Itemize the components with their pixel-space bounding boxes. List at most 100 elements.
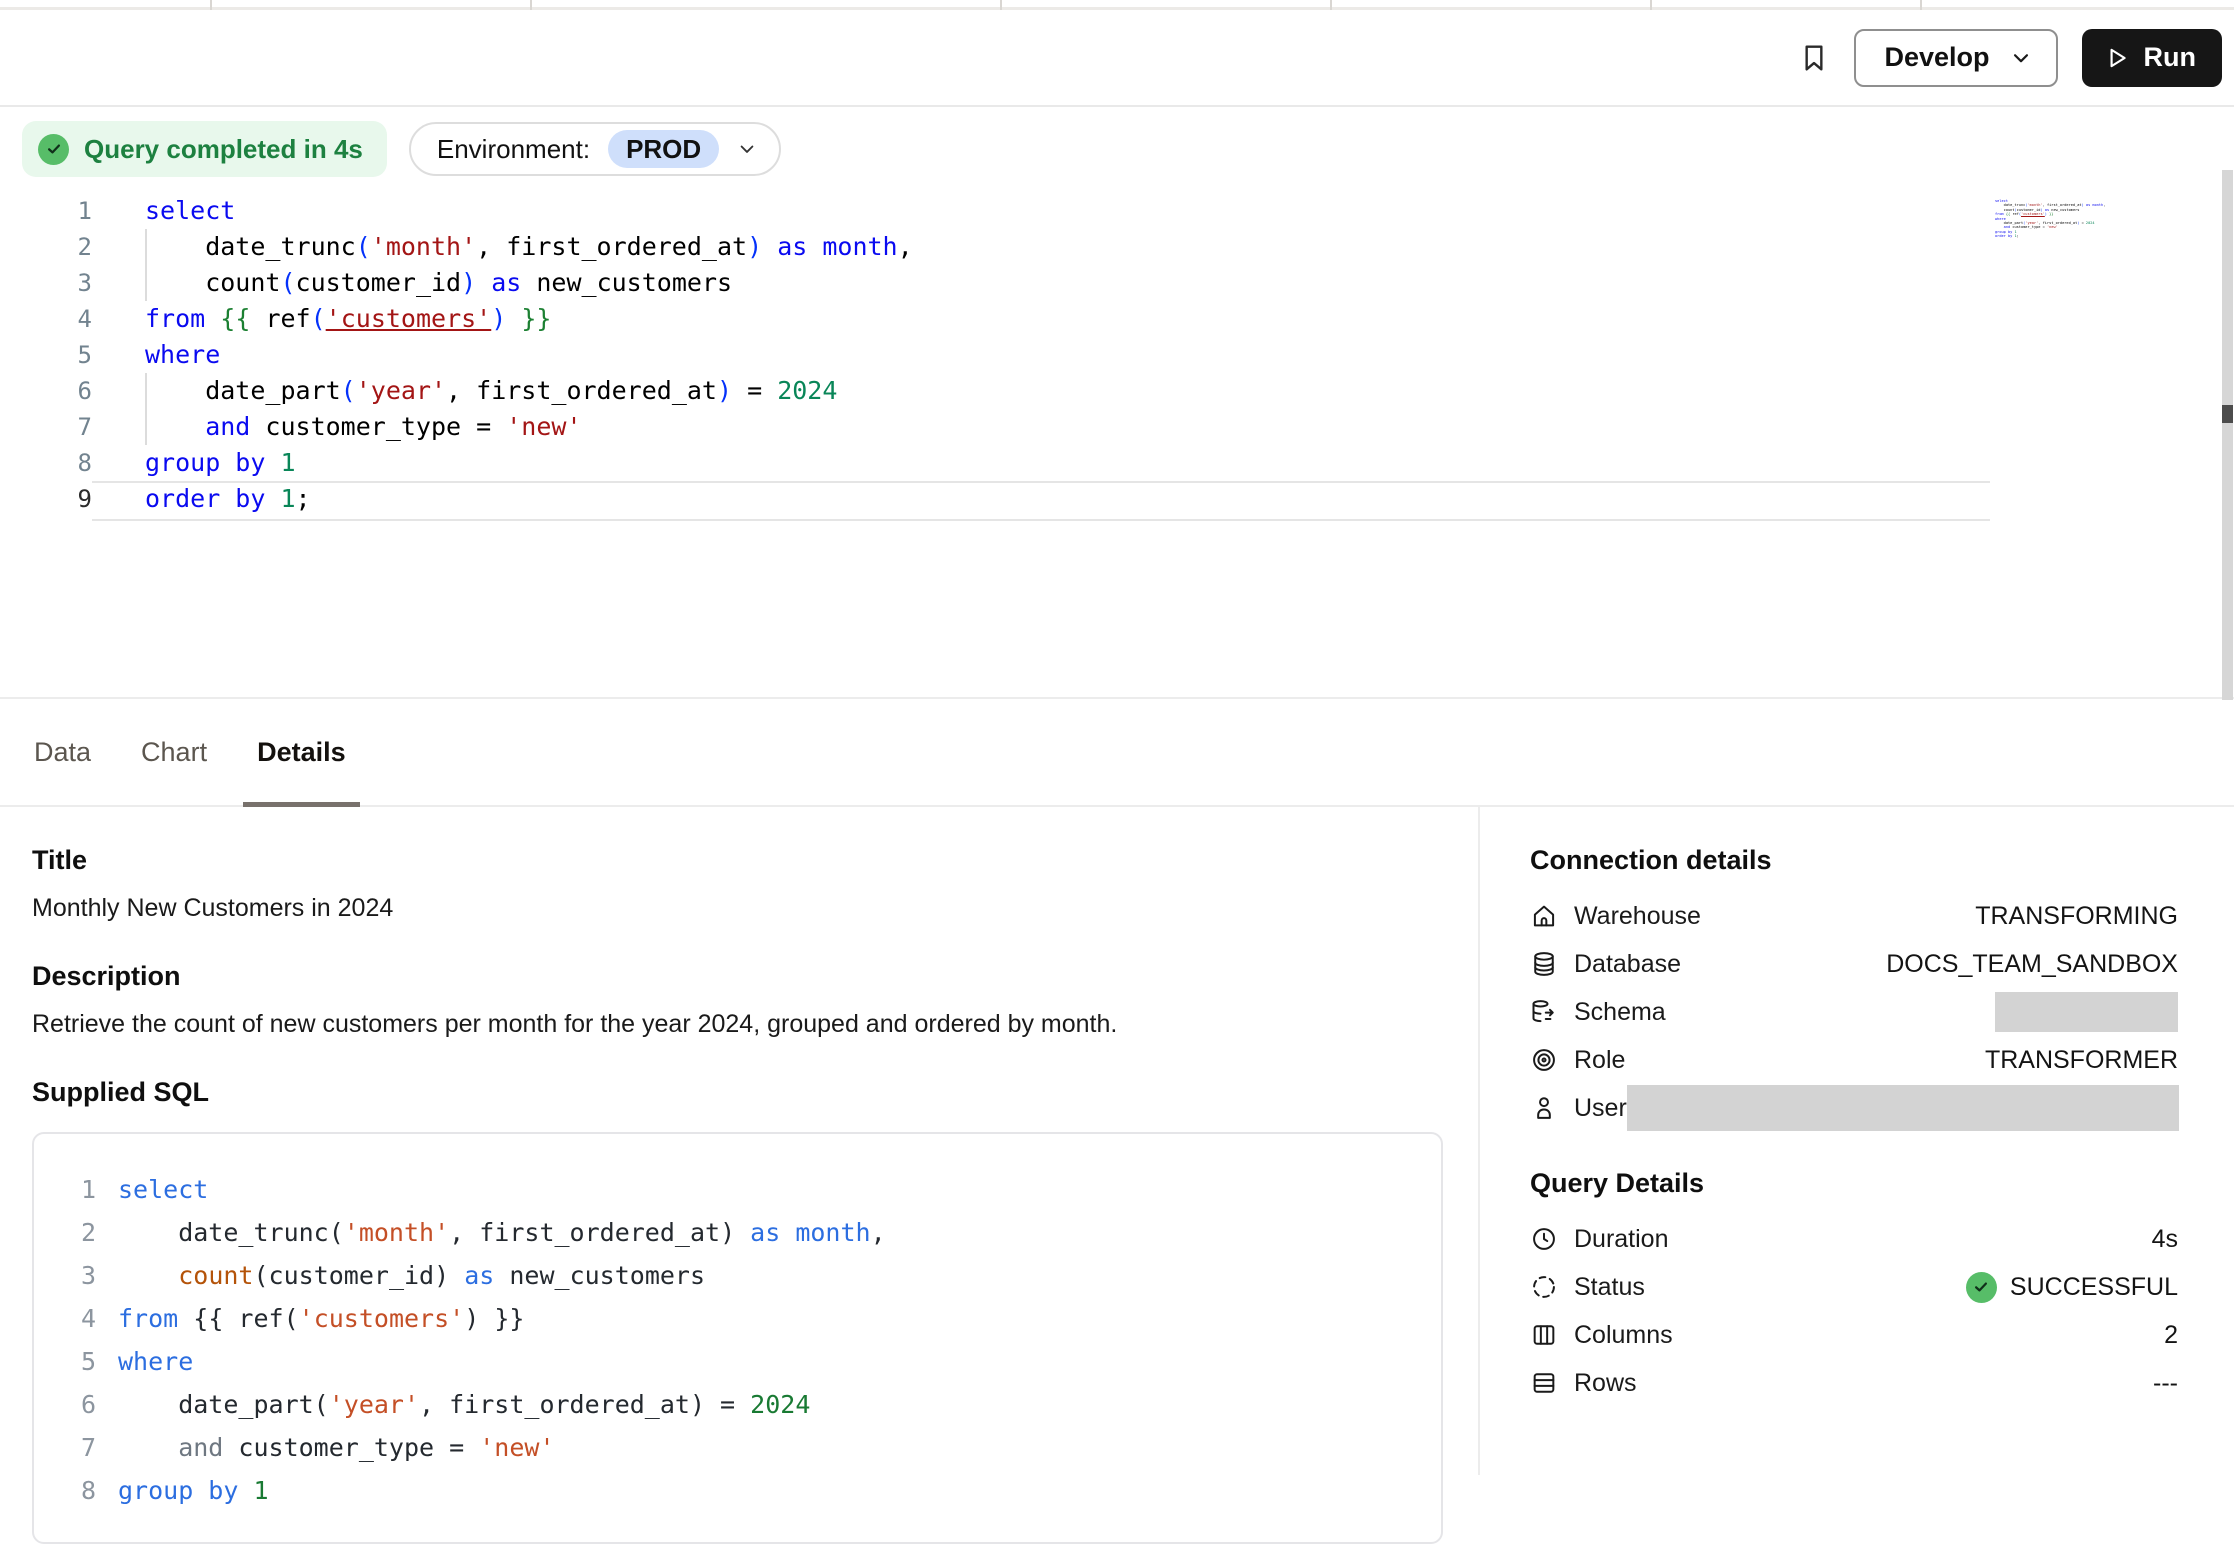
line-number: 2 bbox=[0, 229, 92, 265]
code-line-2: 2 date_trunc('month', first_ordered_at) … bbox=[0, 229, 2234, 265]
line-content: where bbox=[145, 337, 220, 373]
details-panel: Title Monthly New Customers in 2024 Desc… bbox=[0, 807, 2234, 1475]
code-line-8: 8 group by 1 bbox=[0, 445, 2234, 481]
develop-dropdown[interactable]: Develop bbox=[1854, 29, 2057, 87]
duration-label: Duration bbox=[1574, 1225, 1669, 1254]
status-badge: SUCCESSFUL bbox=[1966, 1272, 2178, 1303]
database-icon bbox=[1530, 950, 1558, 978]
line-number: 7 bbox=[0, 409, 92, 445]
code-line-5: 5where bbox=[0, 337, 2234, 373]
line-number: 6 bbox=[34, 1383, 96, 1426]
scrollbar[interactable] bbox=[2222, 170, 2233, 700]
check-circle-icon bbox=[38, 134, 69, 165]
tab-chart[interactable]: Chart bbox=[141, 699, 207, 805]
line-number: 9 bbox=[0, 481, 92, 517]
line-content: count(customer_id) as new_customers bbox=[145, 265, 732, 301]
user-row: User bbox=[1530, 1084, 2178, 1132]
title-heading: Title bbox=[32, 845, 1438, 876]
code-line-6: 6 date_part('year', first_ordered_at) = … bbox=[0, 373, 2234, 409]
code-line-8: 8 group by 1 bbox=[34, 1469, 1441, 1512]
tab-details[interactable]: Details bbox=[257, 699, 346, 805]
line-content: date_trunc('month', first_ordered_at) as… bbox=[145, 229, 913, 265]
line-content: group by 1 bbox=[118, 1469, 269, 1512]
line-content: and customer_type = 'new' bbox=[118, 1426, 555, 1469]
check-circle-icon bbox=[1966, 1272, 1997, 1303]
run-button[interactable]: Run bbox=[2082, 29, 2222, 87]
toolbar: Develop Run bbox=[0, 10, 2234, 107]
code-line-6: 6 date_part('year', first_ordered_at) = … bbox=[34, 1383, 1441, 1426]
tab-separator bbox=[1000, 0, 1002, 10]
code-line-3: 3 count(customer_id) as new_customers bbox=[34, 1254, 1441, 1297]
query-status-text: Query completed in 4s bbox=[84, 134, 363, 165]
rows-label: Rows bbox=[1574, 1369, 1637, 1398]
user-icon bbox=[1530, 1094, 1558, 1122]
line-number: 8 bbox=[34, 1469, 96, 1512]
window-tab-strip bbox=[0, 0, 2234, 10]
sql-editor[interactable]: 1select2 date_trunc('month', first_order… bbox=[0, 193, 2234, 697]
code-line-7: 7 and customer_type = 'new' bbox=[0, 409, 2234, 445]
code-line-5: 5where bbox=[34, 1340, 1441, 1383]
line-content: count(customer_id) as new_customers bbox=[118, 1254, 705, 1297]
columns-row: Columns2 bbox=[1530, 1311, 2178, 1359]
scrollbar-thumb[interactable] bbox=[2222, 405, 2233, 423]
line-number: 8 bbox=[0, 445, 92, 481]
tab-separator bbox=[1650, 0, 1652, 10]
line-number: 4 bbox=[0, 301, 92, 337]
schema-redacted-value bbox=[1995, 992, 2178, 1032]
code-line-4: 4 from {{ ref('customers') }} bbox=[34, 1297, 1441, 1340]
line-content: and customer_type = 'new' bbox=[145, 409, 582, 445]
schema-icon bbox=[1530, 998, 1558, 1026]
database-label: Database bbox=[1574, 950, 1681, 979]
chevron-down-icon bbox=[737, 139, 757, 159]
warehouse-label: Warehouse bbox=[1574, 902, 1701, 931]
line-content: select bbox=[118, 1168, 208, 1211]
code-line-3: 3 count(customer_id) as new_customers bbox=[0, 265, 2234, 301]
tab-separator bbox=[1330, 0, 1332, 10]
environment-selector[interactable]: Environment: PROD bbox=[409, 122, 781, 176]
query-status-badge: Query completed in 4s bbox=[22, 121, 387, 177]
line-content: group by 1 bbox=[145, 445, 296, 481]
schema-row: Schema bbox=[1530, 988, 2178, 1036]
environment-value-badge: PROD bbox=[608, 130, 719, 168]
user-value bbox=[1627, 1085, 2179, 1131]
line-number: 4 bbox=[34, 1297, 96, 1340]
code-line-9: 9 order by 1; bbox=[0, 481, 2234, 517]
chevron-down-icon bbox=[2010, 47, 2032, 69]
line-content: from {{ ref('customers') }} bbox=[145, 301, 551, 337]
rows-row: Rows --- bbox=[1530, 1359, 2178, 1407]
description-value: Retrieve the count of new customers per … bbox=[32, 1010, 1438, 1039]
bookmark-icon bbox=[1798, 42, 1830, 74]
environment-label: Environment: bbox=[437, 134, 590, 165]
tab-data[interactable]: Data bbox=[34, 699, 91, 805]
database-row: DatabaseDOCS_TEAM_SANDBOX bbox=[1530, 940, 2178, 988]
target-icon bbox=[1530, 1046, 1558, 1074]
editor-code[interactable]: 1select2 date_trunc('month', first_order… bbox=[0, 193, 2234, 517]
line-content: from {{ ref('customers') }} bbox=[118, 1297, 524, 1340]
run-label: Run bbox=[2144, 42, 2196, 73]
line-content: select bbox=[145, 193, 235, 229]
play-icon bbox=[2104, 45, 2130, 71]
line-number: 6 bbox=[0, 373, 92, 409]
duration-row: Duration4s bbox=[1530, 1215, 2178, 1263]
line-content: order by 1; bbox=[145, 481, 311, 517]
code-line-7: 7 and customer_type = 'new' bbox=[34, 1426, 1441, 1469]
line-number: 2 bbox=[34, 1211, 96, 1254]
role-label: Role bbox=[1574, 1046, 1625, 1075]
query-details-rows: Duration4sStatusSUCCESSFULColumns2Rows--… bbox=[1530, 1215, 2178, 1407]
description-heading: Description bbox=[32, 961, 1438, 992]
code-line-2: 2 date_trunc('month', first_ordered_at) … bbox=[34, 1211, 1441, 1254]
user-redacted-value bbox=[1627, 1085, 2179, 1131]
bookmark-button[interactable] bbox=[1798, 42, 1830, 74]
role-value: TRANSFORMER bbox=[1985, 1046, 2178, 1075]
line-number: 1 bbox=[34, 1168, 96, 1211]
rows-value: --- bbox=[2153, 1369, 2178, 1398]
editor-minimap[interactable]: 1select2 date_trunc('month', first_order… bbox=[1995, 199, 2105, 239]
supplied-sql-code: 1 select2 date_trunc('month', first_order… bbox=[32, 1132, 1443, 1544]
results-tabbar: Data Chart Details bbox=[0, 697, 2234, 807]
schema-value bbox=[1995, 992, 2178, 1032]
tab-separator bbox=[210, 0, 212, 10]
code-line-1: 1 select bbox=[34, 1168, 1441, 1211]
code-line-1: 1select bbox=[0, 193, 2234, 229]
clock-icon bbox=[1530, 1225, 1558, 1253]
status-badge-text: SUCCESSFUL bbox=[2010, 1273, 2178, 1302]
